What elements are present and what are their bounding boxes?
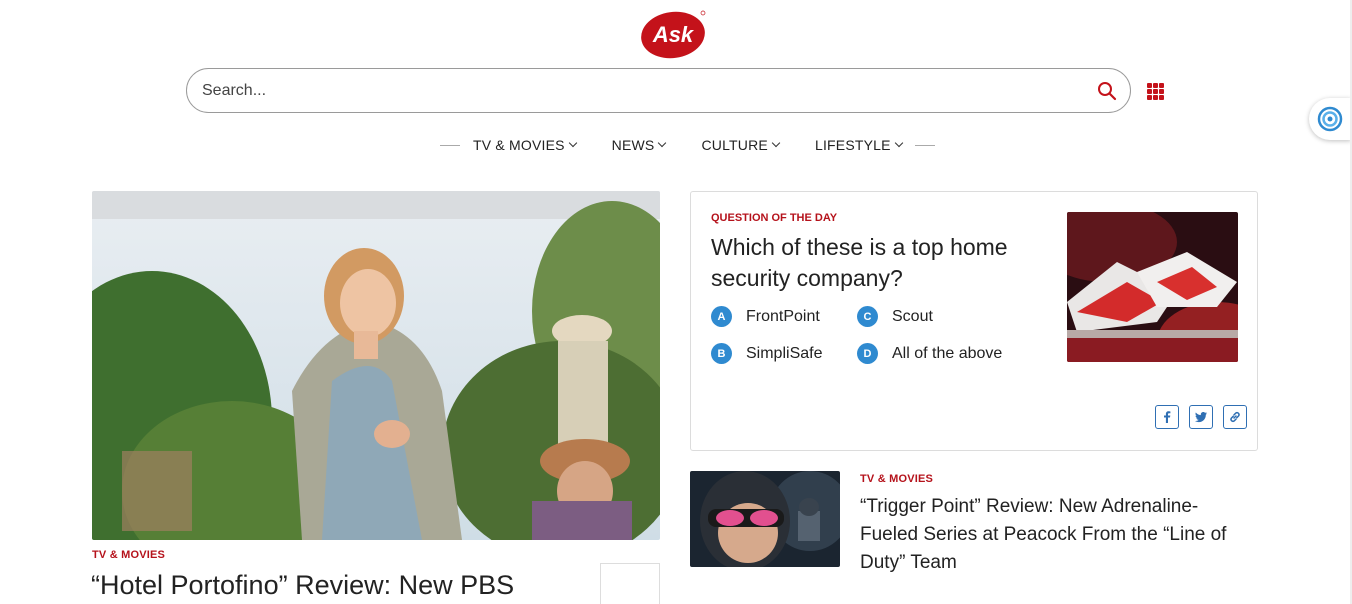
answer-option-c[interactable]: C Scout — [857, 306, 933, 327]
nav-item-label: NEWS — [611, 137, 655, 153]
nav-item-news[interactable]: NEWS — [611, 137, 667, 153]
search-button[interactable] — [1096, 80, 1118, 102]
answer-option-b[interactable]: B SimpliSafe — [711, 343, 822, 364]
logo-text: Ask — [652, 22, 695, 47]
qotd-image — [1067, 212, 1238, 362]
nav-item-label: CULTURE — [701, 137, 768, 153]
chevron-down-icon — [771, 138, 781, 148]
hero-image[interactable] — [92, 191, 660, 540]
nav-item-tv-movies[interactable]: TV & MOVIES — [473, 137, 577, 153]
search-bar — [186, 68, 1131, 113]
chevron-down-icon — [658, 138, 667, 148]
hero-category[interactable]: TV & MOVIES — [92, 549, 165, 561]
question-of-the-day-card: QUESTION OF THE DAY Which of these is a … — [690, 191, 1258, 451]
share-link-button[interactable] — [1223, 405, 1247, 429]
nav-item-lifestyle[interactable]: LIFESTYLE — [814, 137, 903, 153]
search-input[interactable] — [202, 69, 1082, 112]
answer-letter-badge: A — [711, 306, 732, 327]
chevron-down-icon — [568, 138, 577, 148]
qotd-question: Which of these is a top home security co… — [711, 234, 1008, 291]
extension-swirl-icon[interactable] — [1309, 98, 1351, 140]
answer-text: Scout — [892, 307, 933, 325]
ask-logo[interactable]: Ask — [641, 9, 707, 59]
answer-text: SimpliSafe — [746, 344, 823, 362]
nav-divider — [914, 144, 935, 146]
search-icon — [1098, 82, 1117, 101]
answer-option-d[interactable]: D All of the above — [857, 343, 1002, 364]
hero-side-thumbnail[interactable] — [600, 563, 660, 604]
answer-letter-badge: D — [857, 343, 878, 364]
answer-text: FrontPoint — [746, 307, 820, 325]
chevron-down-icon — [894, 138, 903, 148]
nav-item-label: TV & MOVIES — [473, 137, 565, 153]
share-facebook-button[interactable] — [1155, 405, 1179, 429]
story-thumbnail[interactable] — [690, 471, 840, 567]
qotd-label: QUESTION OF THE DAY — [711, 212, 838, 224]
answer-letter-badge: C — [857, 306, 878, 327]
answer-letter-badge: B — [711, 343, 732, 364]
answer-option-a[interactable]: A FrontPoint — [711, 306, 820, 327]
hero-title[interactable]: “Hotel Portofino” Review: New PBS — [91, 568, 514, 602]
story-category[interactable]: TV & MOVIES — [860, 473, 933, 485]
story-title[interactable]: “Trigger Point” Review: New Adrenaline-F… — [860, 493, 1252, 577]
twitter-icon — [1195, 412, 1207, 423]
nav-item-culture[interactable]: CULTURE — [701, 137, 781, 153]
nav-divider — [440, 144, 460, 146]
answer-text: All of the above — [892, 344, 1003, 362]
facebook-icon — [1164, 411, 1171, 423]
apps-grid-icon[interactable] — [1147, 83, 1164, 100]
main-nav: TV & MOVIES NEWS CULTURE LIFESTYLE — [440, 134, 935, 156]
share-twitter-button[interactable] — [1189, 405, 1213, 429]
link-icon — [1230, 411, 1240, 423]
nav-item-label: LIFESTYLE — [814, 137, 891, 153]
